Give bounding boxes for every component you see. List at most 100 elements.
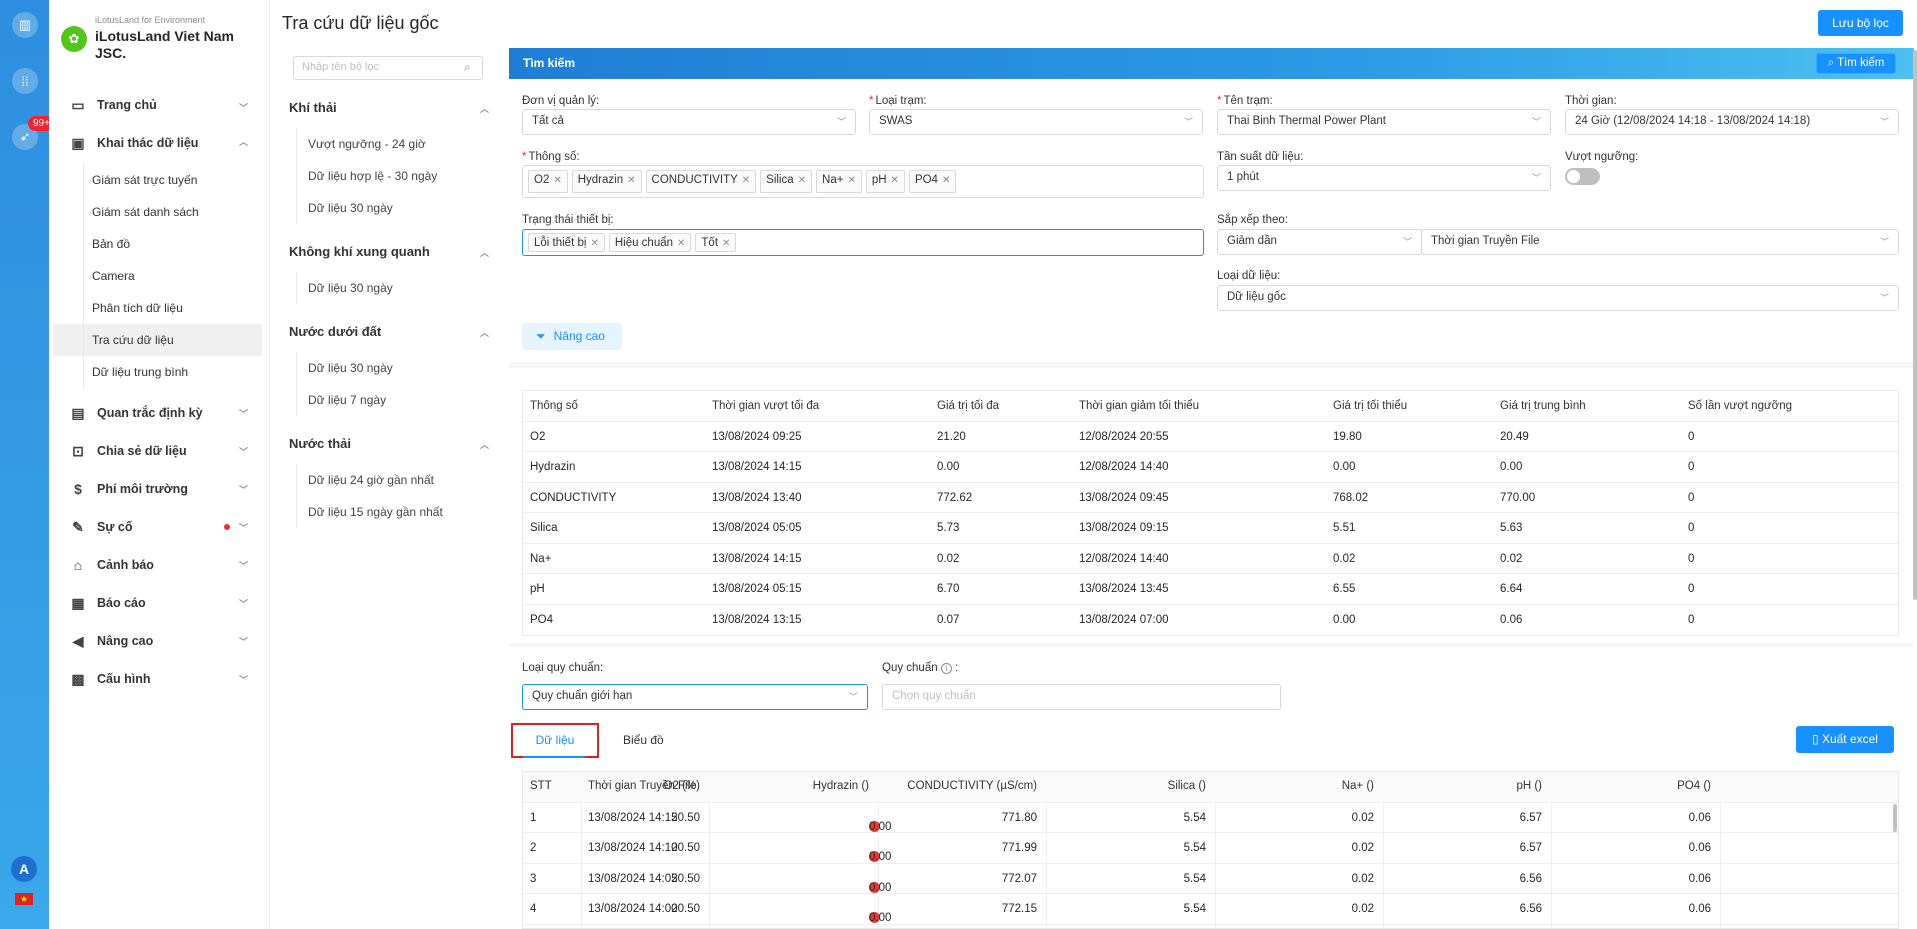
close-icon[interactable]: ✕	[590, 238, 598, 249]
save-filter-button[interactable]: Lưu bộ lọc	[1818, 10, 1903, 36]
chevron-down-icon: ﹀	[836, 117, 846, 127]
submenu-item-camera[interactable]: Camera	[53, 260, 262, 292]
filter-group-khi-thai[interactable]: Khí thải ︿	[289, 100, 489, 115]
home-icon: ▭	[71, 96, 85, 113]
chevron-down-icon: ﹀	[1183, 117, 1193, 127]
page-scrollbar[interactable]	[1913, 50, 1917, 600]
quy-chuan-select[interactable]: Chọn quy chuẩn	[882, 684, 1281, 710]
megaphone-icon: ◀	[72, 632, 84, 649]
menu-item-su-co[interactable]: ✎ Sự cố ﹀	[49, 508, 270, 546]
close-icon[interactable]: ✕	[553, 175, 561, 186]
monitor-icon: ▣	[71, 134, 85, 151]
brand-subtitle: iLotusLand for Environment	[95, 15, 206, 25]
calendar-icon: ▤	[71, 404, 85, 421]
menu-item-phi-moi-truong[interactable]: $ Phí môi trường ﹀	[49, 470, 270, 508]
don-vi-select[interactable]: Tất cả ﹀	[522, 109, 856, 135]
close-icon[interactable]: ✕	[942, 175, 950, 186]
filter-icon: ⏷	[536, 329, 546, 343]
close-icon[interactable]: ✕	[627, 175, 635, 186]
filter-item[interactable]: Dữ liệu 30 ngày	[308, 201, 393, 215]
filter-group-khong-khi-xung-quanh[interactable]: Không khí xung quanh ︿	[289, 244, 489, 259]
thong-so-multiselect[interactable]: O2 ✕ Hydrazin ✕ CONDUCTIVITY ✕ Silica ✕ Na+ ✕…	[522, 165, 1204, 198]
filter-item[interactable]: Dữ liệu 7 ngày	[308, 393, 386, 407]
menu-item-trang-chu[interactable]: ▭ Trang chủ ﹀	[49, 88, 270, 122]
app-logo-icon[interactable]: ▥	[12, 12, 38, 38]
submenu-item-phan-tich-du-lieu[interactable]: Phân tích dữ liệu	[53, 292, 262, 324]
trang-thai-multiselect[interactable]: Lỗi thiết bị ✕ Hiệu chuẩn ✕ Tốt ✕	[522, 229, 1204, 256]
filter-item[interactable]: Dữ liệu 15 ngày gần nhất	[308, 505, 443, 519]
submenu-item-tra-cuu-du-lieu[interactable]: Tra cứu dữ liệu	[53, 324, 262, 356]
chevron-down-icon: ﹀	[1879, 293, 1889, 303]
ten-tram-select[interactable]: Thai Binh Thermal Power Plant ﹀	[1217, 109, 1551, 135]
filter-item[interactable]: Dữ liệu 24 giờ gần nhất	[308, 473, 434, 487]
menu-item-canh-bao[interactable]: ⌂ Cảnh báo ﹀	[49, 546, 270, 584]
search-button[interactable]: ⌕ Tìm kiếm	[1816, 53, 1896, 74]
filter-item[interactable]: Dữ liệu 30 ngày	[308, 281, 393, 295]
avatar[interactable]: A	[11, 856, 37, 882]
ten-tram-label: * Tên trạm:	[1217, 95, 1273, 107]
loai-tram-select[interactable]: SWAS ﹀	[869, 109, 1203, 135]
table-row: Hydrazin 13/08/2024 14:15 0.00 12/08/2024 1…	[523, 452, 1898, 483]
tan-suat-select[interactable]: 1 phút ﹀	[1217, 165, 1551, 191]
apps-grid-icon[interactable]: ⁞⁞	[12, 68, 38, 94]
loai-quy-chuan-select[interactable]: Quy chuẩn giới hạn ﹀	[522, 684, 868, 710]
edit-icon: ✎	[72, 518, 84, 535]
menu-item-khai-thac-du-lieu[interactable]: ▣ Khai thác dữ liệu ︿	[49, 122, 270, 164]
table-row: Na+ 13/08/2024 14:15 0.02 12/08/2024 14:40 0…	[523, 544, 1898, 574]
table-row: Silica 13/08/2024 05:05 5.73 13/08/2024 09:…	[523, 513, 1898, 544]
tag-o2: O2 ✕	[528, 170, 568, 193]
menu-item-nang-cao[interactable]: ◀ Nâng cao ﹀	[49, 622, 270, 660]
sap-xep-field-select[interactable]: Thời gian Truyền File ﹀	[1421, 229, 1899, 255]
vuot-nguong-label: Vượt ngưỡng:	[1565, 151, 1639, 163]
tag-ph: pH ✕	[865, 170, 905, 193]
tag-hydrazin: Hydrazin ✕	[571, 170, 642, 193]
filter-item[interactable]: Dữ liệu hợp lệ - 30 ngày	[308, 169, 437, 183]
table-scrollbar[interactable]	[1893, 804, 1897, 832]
submenu-item-giam-sat-danh-sach[interactable]: Giám sát danh sách	[53, 196, 262, 228]
tan-suat-label: Tần suất dữ liệu:	[1217, 151, 1304, 163]
chevron-down-icon: ﹀	[238, 561, 248, 571]
search-icon: ⌕	[1827, 57, 1838, 69]
menu-item-quan-trac-dinh-ky[interactable]: ▤ Quan trắc định kỳ ﹀	[49, 394, 270, 432]
chevron-down-icon: ﹀	[238, 675, 248, 685]
thong-so-label: * Thông số:	[522, 151, 580, 163]
chevron-down-icon: ﹀	[1879, 117, 1889, 127]
submenu-item-ban-do[interactable]: Bản đồ	[53, 228, 262, 260]
vuot-nguong-toggle[interactable]	[1565, 168, 1600, 185]
sap-xep-order-select[interactable]: Giảm dần ﹀	[1217, 229, 1422, 255]
close-icon[interactable]: ✕	[677, 238, 685, 249]
export-excel-button[interactable]: ▯ Xuất excel	[1796, 726, 1894, 753]
filter-item[interactable]: Vượt ngưỡng - 24 giờ	[308, 137, 426, 151]
info-icon: i	[940, 663, 952, 674]
tag-na: Na+ ✕	[816, 170, 862, 193]
submenu-item-du-lieu-trung-binh[interactable]: Dữ liệu trung bình	[53, 356, 262, 388]
config-icon: ▩	[71, 670, 85, 687]
loai-du-lieu-select[interactable]: Dữ liệu gốc ﹀	[1217, 285, 1899, 311]
close-icon[interactable]: ✕	[742, 175, 750, 186]
chevron-down-icon: ﹀	[1402, 237, 1412, 247]
filter-group-nuoc-thai[interactable]: Nước thải ︿	[289, 436, 489, 451]
thoi-gian-select[interactable]: 24 Giờ (12/08/2024 14:18 - 13/08/2024 14…	[1565, 109, 1899, 135]
submenu-item-giam-sat-truc-tuyen[interactable]: Giám sát trực tuyến	[53, 164, 262, 196]
chevron-down-icon: ﹀	[1531, 117, 1541, 127]
advanced-button[interactable]: ⏷ Nâng cao	[522, 323, 622, 350]
filter-search-input[interactable]: Nhập tên bộ lọc	[293, 56, 483, 80]
close-icon[interactable]: ✕	[798, 175, 806, 186]
close-icon[interactable]: ✕	[722, 238, 730, 249]
menu-item-chia-se-du-lieu[interactable]: ⊡ Chia sẻ dữ liệu ﹀	[49, 432, 270, 470]
chevron-up-icon: ︿	[479, 328, 489, 338]
table-row: 2 13/08/2024 14:10 20.50 0.00 771.99 5.54 0.02…	[523, 833, 1898, 864]
close-icon[interactable]: ✕	[847, 175, 855, 186]
tab-du-lieu[interactable]: Dữ liệu	[511, 723, 599, 758]
page-title: Tra cứu dữ liệu gốc	[282, 13, 439, 33]
language-flag-icon[interactable]: ★	[15, 893, 33, 905]
filter-group-nuoc-duoi-dat[interactable]: Nước dưới đất ︿	[289, 324, 489, 339]
tab-bieu-do[interactable]: Biểu đồ	[623, 733, 664, 747]
brand-name: iLotusLand Viet Nam JSC.	[95, 28, 234, 61]
menu-item-cau-hinh[interactable]: ▩ Cấu hình ﹀	[49, 660, 270, 698]
close-icon[interactable]: ✕	[891, 175, 899, 186]
chevron-up-icon: ︿	[479, 440, 489, 450]
filter-item[interactable]: Dữ liệu 30 ngày	[308, 361, 393, 375]
report-icon: ▦	[71, 594, 85, 611]
menu-item-bao-cao[interactable]: ▦ Báo cáo ﹀	[49, 584, 270, 622]
